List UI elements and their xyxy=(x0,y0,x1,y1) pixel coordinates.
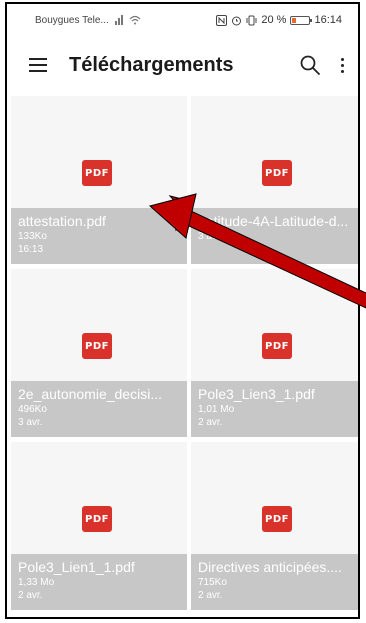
file-size: 1,33 Mo xyxy=(18,577,55,588)
file-name: 2e_autonomie_decisi... xyxy=(18,386,162,402)
file-caption: Pole3_Lien1_1.pdf 1,33 Mo 2 avr. xyxy=(11,554,187,610)
carrier-name: Bouygues Tele... xyxy=(35,14,109,26)
phone-screen: Bouygues Tele... 20 % 16:14 Téléchargeme… xyxy=(5,2,360,619)
wifi-icon xyxy=(129,15,141,25)
vibrate-icon xyxy=(246,15,257,25)
pdf-icon: PDF xyxy=(262,160,292,186)
file-caption: attestation.pdf 133Ko 16:13 xyxy=(11,208,187,264)
menu-icon[interactable] xyxy=(29,58,47,72)
pdf-icon: PDF xyxy=(82,160,112,186)
file-caption: 2e_autonomie_decisi... 496Ko 3 avr. xyxy=(11,381,187,437)
file-date: 2 avr. xyxy=(18,590,43,601)
battery-icon xyxy=(290,15,313,25)
file-caption: Pole3_Lien3_1.pdf 1,01 Mo 2 avr. xyxy=(191,381,358,437)
alarm-icon xyxy=(232,16,242,25)
file-size: 133Ko xyxy=(18,231,47,242)
file-size: 1,01 Mo xyxy=(198,404,235,415)
file-tile[interactable]: PDF Latitude-4A-Latitude-d... 3 avr. xyxy=(191,96,358,264)
file-size: 715Ko xyxy=(198,577,227,588)
file-date: 2 avr. xyxy=(198,417,223,428)
battery-percent: 20 % xyxy=(261,14,287,26)
pdf-icon: PDF xyxy=(82,506,112,532)
file-name: Directives anticipées.... xyxy=(198,559,342,575)
app-bar: Téléchargements xyxy=(7,36,358,94)
file-tile[interactable]: PDF 2e_autonomie_decisi... 496Ko 3 avr. xyxy=(11,269,187,437)
file-size: 496Ko xyxy=(18,404,47,415)
file-caption: Latitude-4A-Latitude-d... 3 avr. xyxy=(191,208,358,264)
file-date: 3 avr. xyxy=(198,231,223,242)
file-tile[interactable]: PDF attestation.pdf 133Ko 16:13 xyxy=(11,96,187,264)
file-date: 16:13 xyxy=(18,244,44,255)
file-tile[interactable]: PDF Directives anticipées.... 715Ko 2 av… xyxy=(191,442,358,610)
file-name: Pole3_Lien1_1.pdf xyxy=(18,559,135,575)
status-left: Bouygues Tele... xyxy=(35,15,141,26)
status-bar: Bouygues Tele... 20 % 16:14 xyxy=(7,4,358,36)
file-caption: Directives anticipées.... 715Ko 2 avr. xyxy=(191,554,358,610)
more-vert-icon[interactable] xyxy=(336,53,348,77)
page-title: Téléchargements xyxy=(69,53,234,76)
pdf-icon: PDF xyxy=(82,333,112,359)
status-time: 16:14 xyxy=(314,14,342,26)
file-tile[interactable]: PDF Pole3_Lien3_1.pdf 1,01 Mo 2 avr. xyxy=(191,269,358,437)
pdf-icon: PDF xyxy=(262,333,292,359)
search-icon[interactable] xyxy=(298,53,322,77)
file-tile[interactable]: PDF Pole3_Lien1_1.pdf 1,33 Mo 2 avr. xyxy=(11,442,187,610)
file-name: attestation.pdf xyxy=(18,213,106,229)
signal-icon xyxy=(114,15,123,25)
file-name: Pole3_Lien3_1.pdf xyxy=(198,386,315,402)
pdf-icon: PDF xyxy=(262,506,292,532)
nfc-icon xyxy=(216,14,228,26)
file-name: Latitude-4A-Latitude-d... xyxy=(198,213,349,229)
status-right: 20 % 16:14 xyxy=(216,14,342,26)
file-date: 2 avr. xyxy=(198,590,223,601)
file-date: 3 avr. xyxy=(18,417,43,428)
